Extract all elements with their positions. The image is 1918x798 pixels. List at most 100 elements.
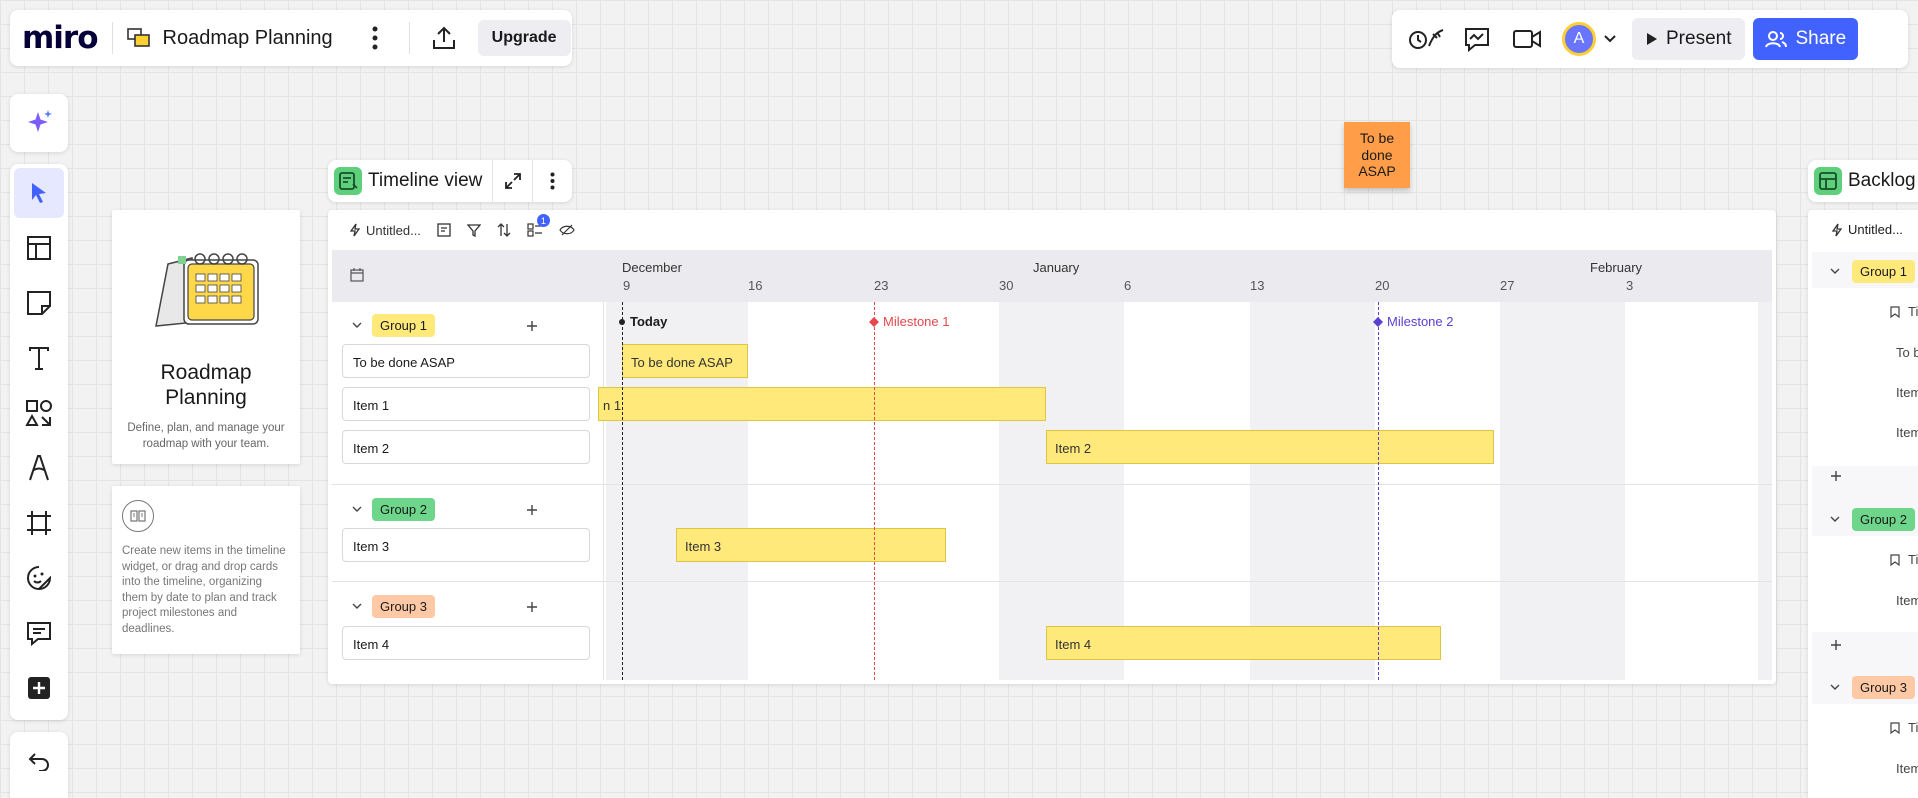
backlog-row[interactable]: Item bbox=[1896, 385, 1918, 400]
divider bbox=[408, 22, 410, 54]
timeline-item-row[interactable]: Item 1 bbox=[342, 387, 590, 421]
group-by-button[interactable]: 1 bbox=[527, 214, 550, 237]
filter-icon bbox=[466, 224, 481, 237]
filter-button[interactable] bbox=[466, 223, 481, 237]
present-label: Present bbox=[1666, 28, 1732, 49]
group-separator bbox=[332, 484, 1772, 485]
frame-tool[interactable] bbox=[14, 498, 64, 548]
pen-tool[interactable] bbox=[14, 443, 64, 493]
backlog-frame-title[interactable]: Backlog v bbox=[1848, 170, 1918, 192]
select-tool[interactable] bbox=[14, 168, 64, 218]
comment-tool[interactable] bbox=[14, 608, 64, 658]
today-marker[interactable]: Today bbox=[618, 314, 667, 329]
template-title: Roadmap Planning bbox=[160, 361, 252, 410]
add-item-icon[interactable] bbox=[526, 504, 538, 516]
chevron-down-icon[interactable] bbox=[1830, 684, 1840, 692]
chevron-down-icon[interactable] bbox=[1830, 268, 1840, 276]
video-call-button[interactable] bbox=[1502, 19, 1552, 59]
hidden-items-button[interactable] bbox=[559, 224, 575, 236]
backlog-row[interactable]: Item bbox=[1896, 593, 1918, 608]
milestone-2-marker[interactable]: Milestone 2 bbox=[1373, 314, 1453, 329]
present-button[interactable]: Present bbox=[1632, 18, 1746, 60]
sticky-note[interactable]: To be done ASAP bbox=[1344, 122, 1410, 188]
backlog-row[interactable]: Item bbox=[1896, 761, 1918, 776]
week-column bbox=[1250, 302, 1375, 680]
chevron-down-icon[interactable] bbox=[352, 506, 362, 514]
fullscreen-button[interactable] bbox=[492, 160, 532, 202]
board-title[interactable]: Roadmap Planning bbox=[163, 27, 333, 50]
collaborators-dropdown[interactable] bbox=[1596, 19, 1624, 59]
ai-assistant-button[interactable] bbox=[10, 94, 68, 152]
activity-button[interactable] bbox=[1452, 19, 1502, 59]
calendar-button[interactable] bbox=[350, 268, 364, 282]
backlog-row[interactable]: Item bbox=[1896, 425, 1918, 440]
timeline-bar-item3[interactable]: Item 3 bbox=[676, 528, 946, 562]
text-icon bbox=[29, 347, 49, 370]
timeline-bar-item2[interactable]: Item 2 bbox=[1046, 430, 1494, 464]
undo-redo-toolbar bbox=[10, 732, 68, 798]
board-icon[interactable] bbox=[126, 27, 151, 49]
timeline-bar-item4[interactable]: Item 4 bbox=[1046, 626, 1441, 660]
export-button[interactable] bbox=[424, 18, 464, 58]
title-column-header[interactable]: Ti bbox=[1890, 552, 1918, 567]
shapes-tool[interactable] bbox=[14, 388, 64, 438]
backlog-group-chip-3[interactable]: Group 3 bbox=[1852, 676, 1915, 699]
calendar-icon bbox=[350, 268, 364, 282]
view-name-selector[interactable]: Untitled... bbox=[1832, 222, 1903, 237]
title-column-header[interactable]: Ti bbox=[1890, 720, 1918, 735]
add-item-icon[interactable] bbox=[526, 320, 538, 332]
book-icon bbox=[122, 500, 154, 532]
stickers-tool[interactable] bbox=[14, 553, 64, 603]
chevron-down-icon[interactable] bbox=[1830, 516, 1840, 524]
timeline-item-row[interactable]: To be done ASAP bbox=[342, 344, 590, 378]
card-fields-button[interactable] bbox=[437, 223, 451, 237]
templates-tool[interactable] bbox=[14, 223, 64, 273]
timeline-item-row[interactable]: Item 4 bbox=[342, 626, 590, 660]
user-avatar[interactable]: A bbox=[1562, 22, 1596, 56]
undo-icon bbox=[28, 753, 49, 771]
backlog-group-chip-2[interactable]: Group 2 bbox=[1852, 508, 1915, 531]
view-name-selector[interactable]: Untitled... bbox=[350, 223, 421, 238]
timeline-widget[interactable]: Untitled... 1 December January February … bbox=[328, 210, 1776, 684]
miro-logo[interactable]: miro bbox=[22, 20, 99, 56]
reactions-button[interactable] bbox=[1402, 19, 1452, 59]
timeline-body: Group 1 To be done ASAP Item 1 Item 2 Gr… bbox=[332, 302, 1772, 680]
title-column-header[interactable]: Ti bbox=[1890, 304, 1918, 319]
backlog-row[interactable]: To be bbox=[1896, 345, 1918, 360]
sort-icon bbox=[497, 223, 511, 237]
add-item-icon[interactable] bbox=[526, 601, 538, 613]
timeline-frame-title[interactable]: Timeline view bbox=[368, 170, 492, 192]
chart-bubble-icon bbox=[1465, 28, 1489, 52]
add-row-icon[interactable] bbox=[1830, 470, 1842, 482]
chevron-down-icon[interactable] bbox=[352, 603, 362, 611]
text-tool[interactable] bbox=[14, 333, 64, 383]
backlog-frame-header[interactable]: Backlog v bbox=[1808, 160, 1918, 202]
timeline-item-row[interactable]: Item 3 bbox=[342, 528, 590, 562]
board-menu-button[interactable] bbox=[355, 18, 395, 58]
bookmark-icon bbox=[1890, 721, 1900, 734]
sticky-note-tool[interactable] bbox=[14, 278, 64, 328]
add-row-icon[interactable] bbox=[1830, 639, 1842, 651]
more-apps-tool[interactable] bbox=[14, 663, 64, 713]
chevron-down-icon[interactable] bbox=[352, 322, 362, 330]
undo-button[interactable] bbox=[10, 732, 68, 790]
sort-button[interactable] bbox=[497, 223, 511, 237]
group-chip-1[interactable]: Group 1 bbox=[372, 314, 435, 337]
timeline-bar-item1[interactable]: n 1 bbox=[598, 387, 1046, 421]
milestone-1-marker[interactable]: Milestone 1 bbox=[869, 314, 949, 329]
backlog-widget[interactable]: Untitled... Group 1 Ti To be Item Item G… bbox=[1808, 210, 1918, 798]
backlog-group-chip-1[interactable]: Group 1 bbox=[1852, 260, 1915, 283]
upgrade-button[interactable]: Upgrade bbox=[477, 20, 571, 56]
timeline-frame-header[interactable]: Timeline view bbox=[328, 160, 573, 202]
timeline-grid: December January February 9 16 23 30 6 1… bbox=[332, 250, 1772, 680]
group-chip-3[interactable]: Group 3 bbox=[372, 595, 435, 618]
timeline-bar-asap[interactable]: To be done ASAP bbox=[622, 344, 748, 378]
group-count-badge: 1 bbox=[536, 214, 550, 227]
users-icon bbox=[1765, 31, 1788, 48]
group-chip-2[interactable]: Group 2 bbox=[372, 498, 435, 521]
timeline-toolbar: Untitled... 1 bbox=[328, 210, 1776, 250]
timeline-item-row[interactable]: Item 2 bbox=[342, 430, 590, 464]
fields-icon bbox=[437, 223, 451, 237]
share-button[interactable]: Share bbox=[1753, 18, 1859, 60]
frame-menu-button[interactable] bbox=[532, 160, 572, 202]
